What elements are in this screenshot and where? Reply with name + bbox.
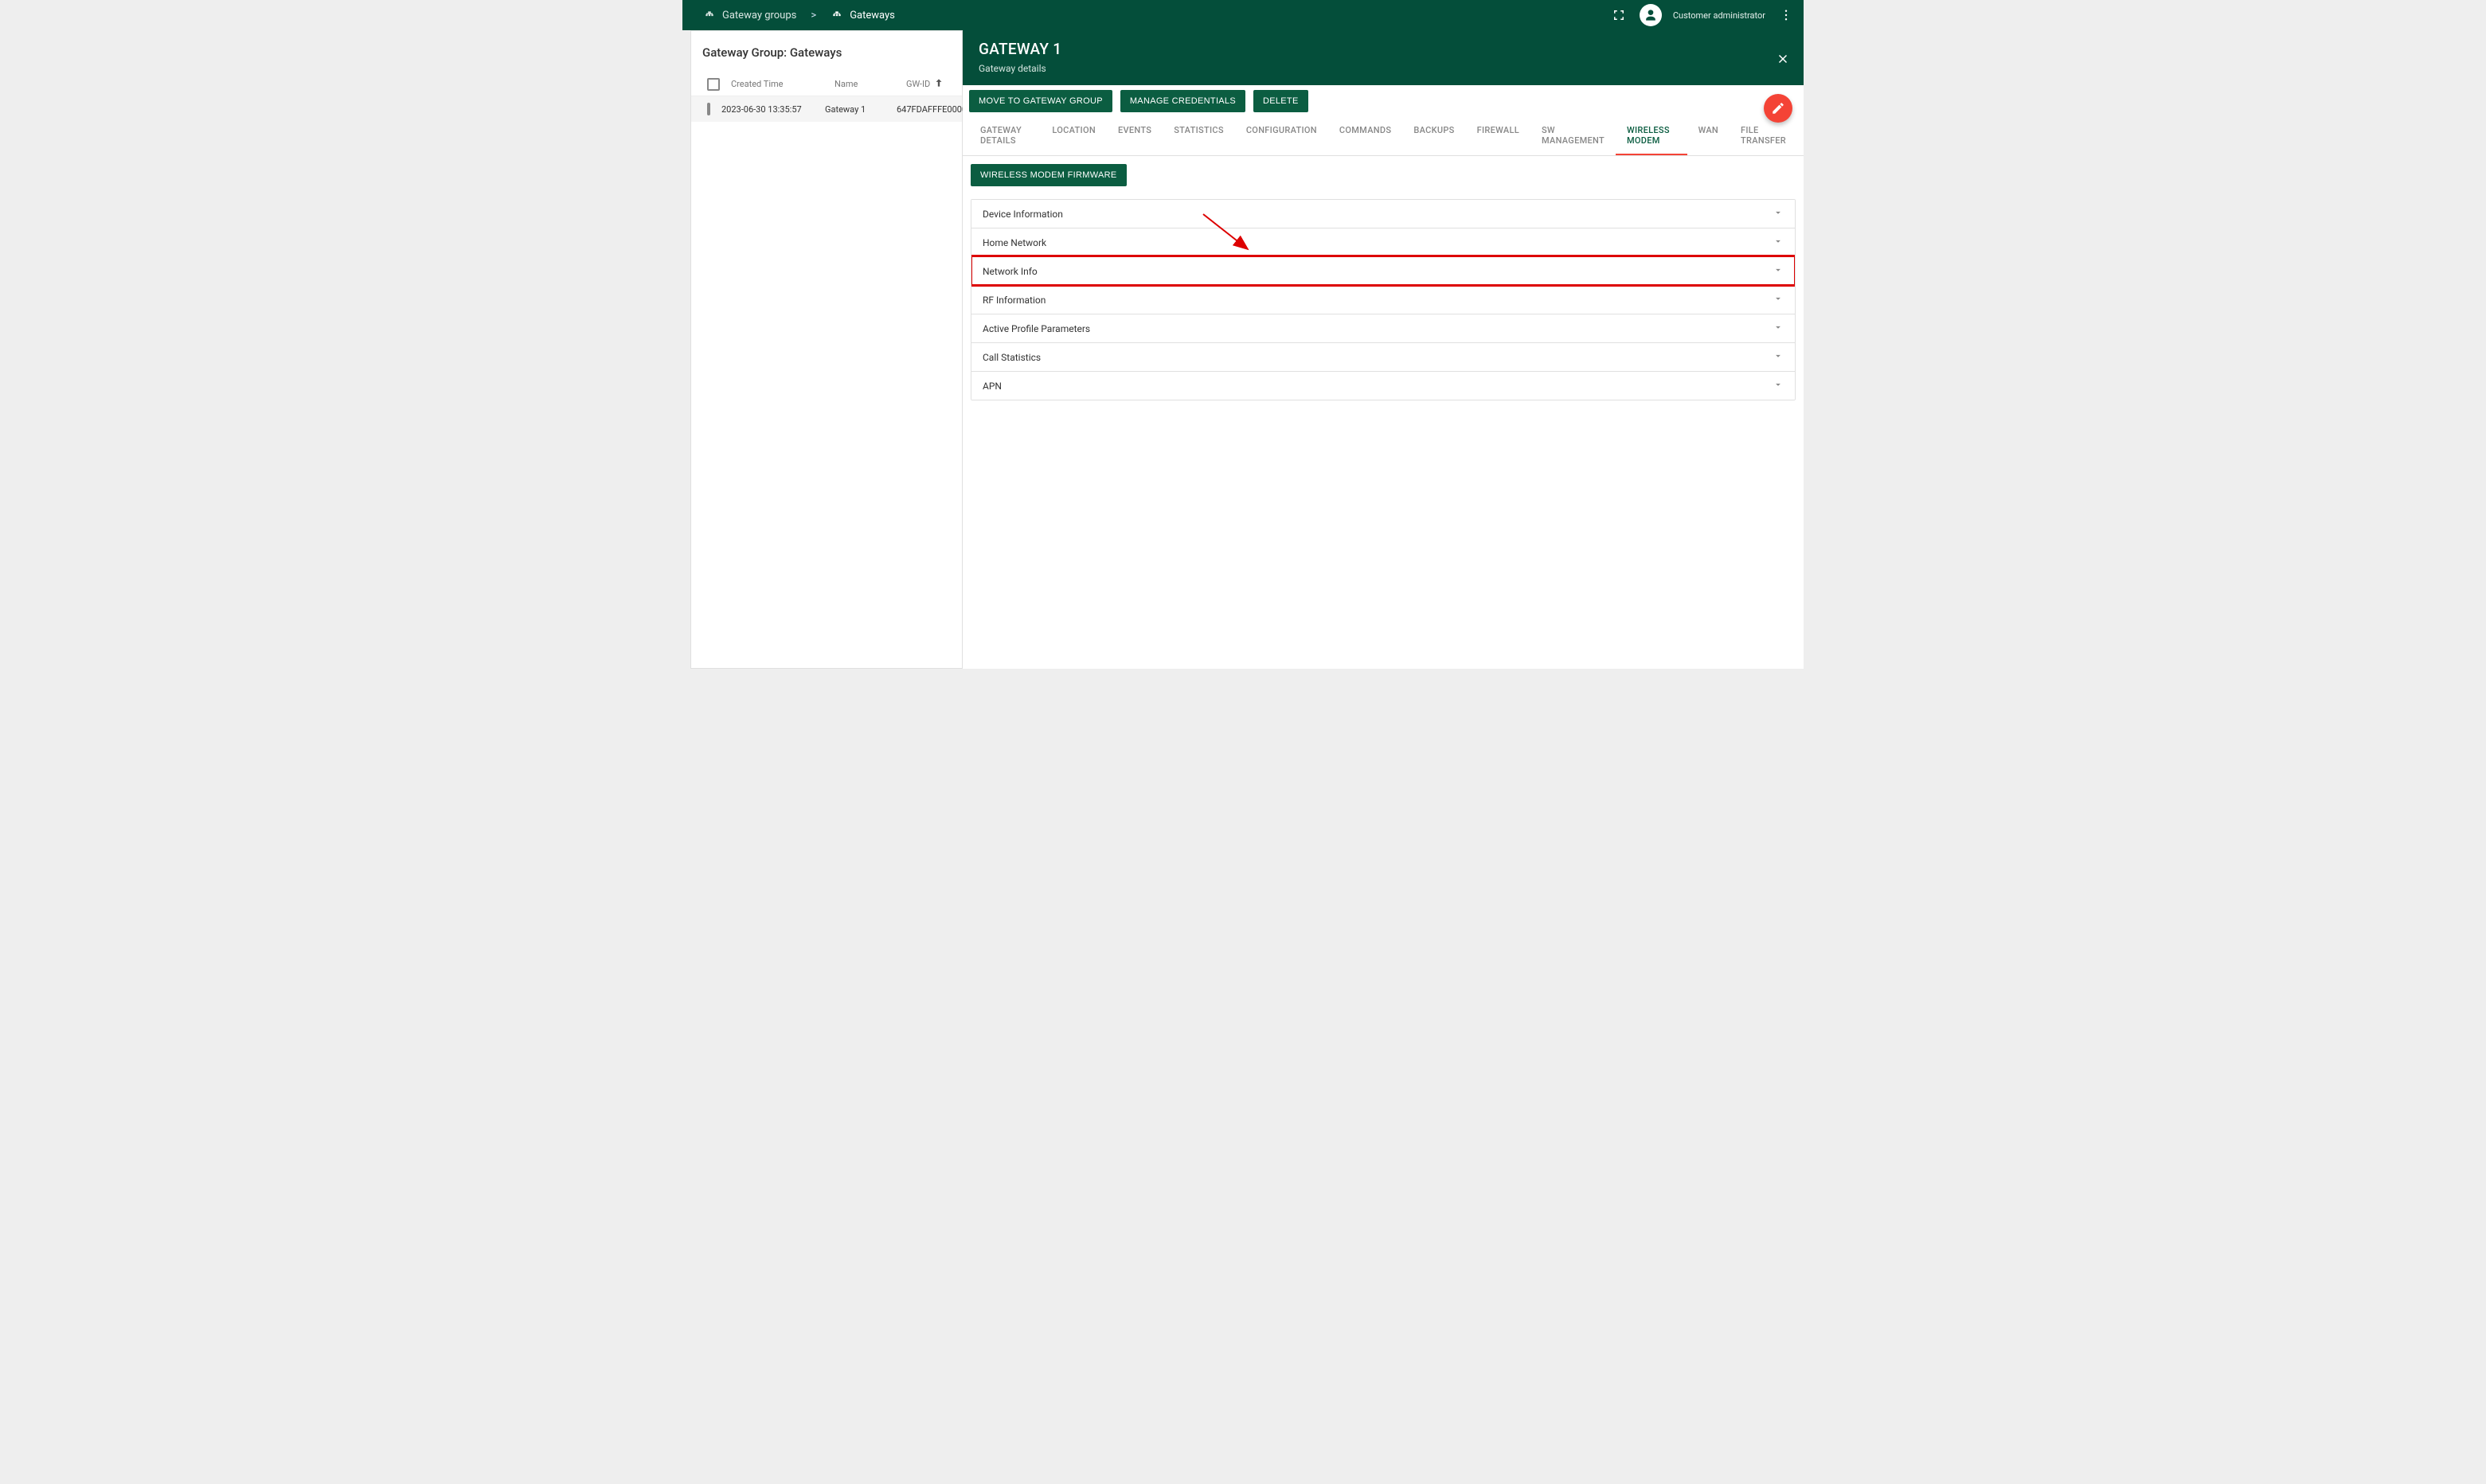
close-button[interactable]	[1773, 49, 1792, 68]
accordion-label: APN	[983, 381, 1002, 392]
breadcrumb-gateway-groups[interactable]: Gateway groups	[698, 6, 801, 25]
table-row[interactable]: 2023-06-30 13:35:57 Gateway 1 647FDAFFFE…	[691, 96, 962, 122]
edit-fab[interactable]	[1764, 94, 1792, 123]
gateway-list-card: Gateway Group: Gateways Created Time Nam…	[690, 30, 963, 669]
row-name: Gateway 1	[825, 104, 897, 115]
chevron-down-icon	[1773, 293, 1784, 307]
tab-body: WIRELESS MODEM FIRMWARE Device Informati…	[963, 156, 1804, 408]
tab-configuration[interactable]: CONFIGURATION	[1235, 117, 1328, 155]
accordion-label: Device Information	[983, 209, 1063, 220]
accordion-rf-information[interactable]: RF Information	[971, 285, 1795, 314]
tabs: GATEWAY DETAILSLOCATIONEVENTSSTATISTICSC…	[963, 117, 1804, 156]
gateway-group-icon	[703, 10, 716, 21]
top-bar: Gateway groups > Gateways Customer admin…	[682, 0, 1804, 30]
tab-statistics[interactable]: STATISTICS	[1163, 117, 1235, 155]
tab-gateway-details[interactable]: GATEWAY DETAILS	[969, 117, 1041, 155]
column-gwid[interactable]: GW-ID	[906, 77, 957, 91]
row-created: 2023-06-30 13:35:57	[721, 104, 825, 115]
gateway-title: GATEWAY 1	[979, 40, 1788, 58]
breadcrumb-separator: >	[806, 10, 821, 21]
user-avatar[interactable]	[1640, 4, 1662, 26]
sort-asc-icon	[933, 77, 944, 91]
column-created[interactable]: Created Time	[731, 79, 835, 89]
detail-header: GATEWAY 1 Gateway details	[963, 30, 1804, 85]
accordion-label: Active Profile Parameters	[983, 323, 1090, 334]
accordion-apn[interactable]: APN	[971, 371, 1795, 400]
row-checkbox[interactable]	[707, 103, 710, 115]
tab-wan[interactable]: WAN	[1687, 117, 1730, 155]
breadcrumb: Gateway groups > Gateways	[698, 6, 900, 25]
column-gwid-label: GW-ID	[906, 79, 930, 89]
wireless-modem-firmware-button[interactable]: WIRELESS MODEM FIRMWARE	[971, 164, 1127, 186]
chevron-down-icon	[1773, 350, 1784, 364]
fullscreen-button[interactable]	[1609, 6, 1628, 25]
table-header: Created Time Name GW-ID	[691, 72, 962, 96]
accordion-device-information[interactable]: Device Information	[971, 200, 1795, 228]
tab-firewall[interactable]: FIREWALL	[1466, 117, 1530, 155]
body: Gateway Group: Gateways Created Time Nam…	[682, 30, 1804, 669]
chevron-down-icon	[1773, 264, 1784, 278]
more-menu-button[interactable]	[1777, 6, 1796, 25]
gateway-icon	[831, 10, 843, 21]
tab-events[interactable]: EVENTS	[1107, 117, 1163, 155]
detail-panel: GATEWAY 1 Gateway details MOVE TO GATEWA…	[963, 30, 1804, 669]
tab-file-transfer[interactable]: FILE TRANSFER	[1730, 117, 1797, 155]
accordion-call-statistics[interactable]: Call Statistics	[971, 342, 1795, 371]
left-panel: Gateway Group: Gateways Created Time Nam…	[682, 30, 963, 669]
panel-title: Gateway Group: Gateways	[691, 31, 962, 72]
accordion-group: Device Information Home Network Network In…	[971, 199, 1796, 400]
accordion-active-profile-parameters[interactable]: Active Profile Parameters	[971, 314, 1795, 342]
chevron-down-icon	[1773, 207, 1784, 221]
chevron-down-icon	[1773, 322, 1784, 335]
delete-button[interactable]: DELETE	[1253, 90, 1308, 112]
action-buttons: MOVE TO GATEWAY GROUP MANAGE CREDENTIALS…	[963, 85, 1804, 117]
breadcrumb-groups-label: Gateway groups	[722, 10, 796, 21]
topbar-right: Customer administrator	[1609, 4, 1796, 26]
accordion-label: Call Statistics	[983, 352, 1041, 363]
tab-location[interactable]: LOCATION	[1041, 117, 1107, 155]
tab-commands[interactable]: COMMANDS	[1328, 117, 1402, 155]
accordion-label: Network Info	[983, 266, 1038, 277]
select-all-checkbox[interactable]	[707, 78, 720, 91]
chevron-down-icon	[1773, 379, 1784, 392]
accordion-home-network[interactable]: Home Network	[971, 228, 1795, 256]
chevron-down-icon	[1773, 236, 1784, 249]
accordion-network-info[interactable]: Network Info	[971, 256, 1795, 285]
tab-backups[interactable]: BACKUPS	[1402, 117, 1465, 155]
user-role-label: Customer administrator	[1673, 10, 1765, 21]
gateway-subtitle: Gateway details	[979, 63, 1788, 74]
column-name[interactable]: Name	[835, 79, 906, 89]
manage-credentials-button[interactable]: MANAGE CREDENTIALS	[1120, 90, 1245, 112]
tab-wireless-modem[interactable]: WIRELESS MODEM	[1616, 117, 1687, 155]
tab-sw-management[interactable]: SW MANAGEMENT	[1530, 117, 1616, 155]
accordion-label: Home Network	[983, 237, 1046, 248]
breadcrumb-current-label: Gateways	[850, 10, 895, 21]
accordion-label: RF Information	[983, 295, 1046, 306]
breadcrumb-gateways[interactable]: Gateways	[826, 6, 900, 25]
move-to-group-button[interactable]: MOVE TO GATEWAY GROUP	[969, 90, 1112, 112]
